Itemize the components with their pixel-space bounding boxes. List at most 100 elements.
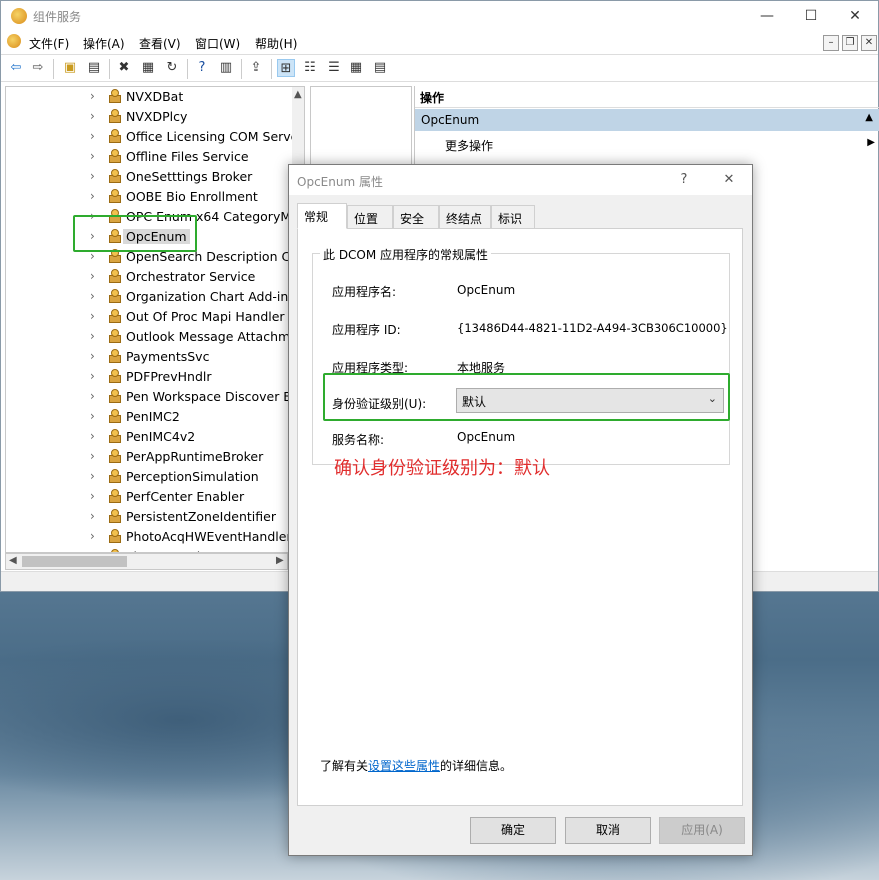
expand-chevron-icon[interactable]: ›	[90, 129, 95, 143]
tree-item[interactable]: › Orchestrator Service	[6, 267, 292, 287]
forward-arrow-icon[interactable]: ⇨	[29, 59, 47, 77]
refresh-icon[interactable]: ↻	[163, 59, 181, 77]
tab-identity[interactable]: 标识	[491, 205, 535, 228]
show-hide-tree-icon[interactable]: ▤	[85, 59, 103, 77]
tree-item[interactable]: › PDFPrevHndlr	[6, 367, 292, 387]
scroll-up-icon[interactable]: ▲	[294, 89, 302, 100]
list-view-icon[interactable]: ☰	[325, 59, 343, 77]
service-name-value: OpcEnum	[457, 430, 516, 444]
tab-security[interactable]: 安全	[393, 205, 439, 228]
expand-chevron-icon[interactable]: ›	[90, 389, 95, 403]
expand-chevron-icon[interactable]: ›	[90, 149, 95, 163]
minimize-button[interactable]: —	[744, 1, 790, 31]
expand-chevron-icon[interactable]: ›	[90, 189, 95, 203]
tree-item[interactable]: › PenIMC2	[6, 407, 292, 427]
component-icon	[108, 429, 122, 443]
tab-general[interactable]: 常规	[297, 203, 347, 229]
component-icon	[108, 469, 122, 483]
export-icon[interactable]: ⇪	[247, 59, 265, 77]
actions-selected-item[interactable]: OpcEnum ▲	[415, 109, 879, 131]
menu-action[interactable]: 操作(A)	[83, 35, 125, 52]
apply-button[interactable]: 应用(A)	[659, 817, 745, 844]
expand-chevron-icon[interactable]: ›	[90, 529, 95, 543]
tree-item[interactable]: › PenIMC4v2	[6, 427, 292, 447]
tree-item-label: NVXDBat	[126, 89, 184, 104]
tree-pane[interactable]: › NVXDBat › NVXDPlcy › Office Licensing COM S…	[5, 86, 305, 553]
expand-chevron-icon[interactable]: ›	[90, 269, 95, 283]
tree-item[interactable]: › OneSetttings Broker	[6, 167, 292, 187]
menu-file[interactable]: 文件(F)	[29, 35, 69, 52]
dialog-close-button[interactable]: ✕	[709, 165, 749, 195]
expand-chevron-icon[interactable]: ›	[90, 429, 95, 443]
back-arrow-icon[interactable]: ⇦	[7, 59, 25, 77]
mdi-minimize-button[interactable]: –	[823, 35, 839, 51]
title-bar[interactable]: 组件服务 — ☐ ✕	[1, 1, 878, 31]
tree-item-label: PersistentZoneIdentifier	[126, 509, 276, 524]
horizontal-scroll-thumb[interactable]	[22, 556, 127, 567]
expand-chevron-icon[interactable]: ›	[90, 289, 95, 303]
tree-item[interactable]: › Out Of Proc Mapi Handler	[6, 307, 292, 327]
expand-chevron-icon[interactable]: ›	[90, 89, 95, 103]
tree-item[interactable]: › NVXDBat	[6, 87, 292, 107]
more-actions-item[interactable]: 更多操作 ▶	[445, 137, 875, 154]
collapse-arrow-icon[interactable]: ▲	[865, 112, 873, 123]
menu-view[interactable]: 查看(V)	[139, 35, 181, 52]
tree-item[interactable]: › PerAppRuntimeBroker	[6, 447, 292, 467]
tree-item[interactable]: › PerceptionSimulation	[6, 467, 292, 487]
actions-header: 操作	[415, 86, 879, 108]
up-folder-icon[interactable]: ▣	[61, 59, 79, 77]
tree-item[interactable]: › PerfCenter Enabler	[6, 487, 292, 507]
help-button[interactable]: ?	[664, 165, 704, 195]
detail-view-icon[interactable]: ▦	[347, 59, 365, 77]
large-icons-view-icon[interactable]: ⊞	[277, 59, 295, 77]
tree-item[interactable]: › Outlook Message Attachme	[6, 327, 292, 347]
highlight-opcenum	[73, 215, 197, 252]
action-pane-icon[interactable]: ▥	[217, 59, 235, 77]
properties-icon[interactable]: ▦	[139, 59, 157, 77]
tree-item[interactable]: › Office Licensing COM Serve	[6, 127, 292, 147]
expand-chevron-icon[interactable]: ›	[90, 489, 95, 503]
menu-window[interactable]: 窗口(W)	[195, 35, 240, 52]
expand-chevron-icon[interactable]: ›	[90, 329, 95, 343]
tree-item[interactable]: › Offline Files Service	[6, 147, 292, 167]
expand-chevron-icon[interactable]: ›	[90, 449, 95, 463]
close-button[interactable]: ✕	[832, 1, 878, 31]
tab-endpoints[interactable]: 终结点	[439, 205, 491, 228]
tree-item[interactable]: › PaymentsSvc	[6, 347, 292, 367]
delete-icon[interactable]: ✖	[115, 59, 133, 77]
tree-item[interactable]: › PersistentZoneIdentifier	[6, 507, 292, 527]
expand-chevron-icon[interactable]: ›	[90, 109, 95, 123]
component-icon	[108, 509, 122, 523]
mdi-close-button[interactable]: ✕	[861, 35, 877, 51]
component-services-icon	[11, 8, 27, 24]
expand-chevron-icon[interactable]: ›	[90, 509, 95, 523]
help-icon[interactable]: ?	[193, 59, 211, 77]
expand-chevron-icon[interactable]: ›	[90, 169, 95, 183]
expand-chevron-icon[interactable]: ›	[90, 369, 95, 383]
expand-chevron-icon[interactable]: ›	[90, 349, 95, 363]
tree-item[interactable]: › OOBE Bio Enrollment	[6, 187, 292, 207]
expand-chevron-icon[interactable]: ›	[90, 469, 95, 483]
tree-item[interactable]: › NVXDPlcy	[6, 107, 292, 127]
expand-chevron-icon[interactable]: ›	[90, 409, 95, 423]
more-info-link[interactable]: 设置这些属性	[368, 759, 440, 773]
tree-item-label: NVXDPlcy	[126, 109, 188, 124]
mdi-restore-button[interactable]: ❐	[842, 35, 858, 51]
menu-help[interactable]: 帮助(H)	[255, 35, 297, 52]
scroll-left-icon[interactable]: ◀	[9, 555, 17, 566]
tab-location[interactable]: 位置	[347, 205, 393, 228]
expand-chevron-icon[interactable]: ›	[90, 309, 95, 323]
maximize-button[interactable]: ☐	[788, 1, 834, 31]
status-view-icon[interactable]: ▤	[371, 59, 389, 77]
dialog-title: OpcEnum 属性	[297, 175, 383, 189]
tree-item[interactable]: › PhotoAcqHWEventHandler	[6, 527, 292, 547]
tree-horizontal-scrollbar[interactable]: ◀ ▶	[5, 553, 288, 570]
small-icons-view-icon[interactable]: ☷	[301, 59, 319, 77]
tree-item[interactable]: › Pen Workspace Discover Br	[6, 387, 292, 407]
dialog-title-bar[interactable]: OpcEnum 属性 ? ✕	[289, 165, 752, 195]
scroll-right-icon[interactable]: ▶	[276, 555, 284, 566]
ok-button[interactable]: 确定	[470, 817, 556, 844]
console-icon[interactable]	[7, 34, 21, 48]
tree-item[interactable]: › Organization Chart Add-in f	[6, 287, 292, 307]
cancel-button[interactable]: 取消	[565, 817, 651, 844]
